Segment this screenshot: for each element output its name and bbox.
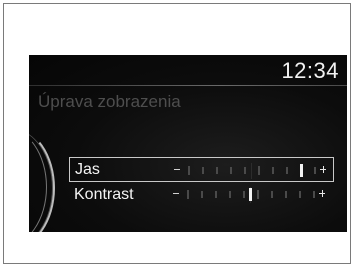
scale-tick: [201, 191, 203, 198]
scale-tick: [313, 191, 315, 198]
scale-tick: [188, 166, 190, 175]
slider-marker: [249, 188, 252, 201]
display-screen: 12:34 Úprava zobrazenia Jas Kontrast: [29, 55, 347, 232]
scale-tick: [299, 191, 301, 198]
scale-tick: [271, 191, 273, 198]
scale-tick: [187, 190, 189, 199]
header-divider: [29, 85, 347, 86]
scale-tick: [314, 167, 316, 174]
scale-center-divider: [251, 163, 252, 179]
figure-frame: 12:34 Úprava zobrazenia Jas Kontrast: [3, 3, 351, 264]
scale-tick: [286, 167, 288, 174]
slider-marker: [300, 164, 304, 177]
setting-label-kontrast: Kontrast: [74, 185, 134, 203]
setting-row-kontrast[interactable]: Kontrast: [69, 182, 334, 207]
scale-tick: [272, 167, 274, 174]
scale-tick: [230, 167, 232, 174]
setting-label-jas: Jas: [75, 160, 100, 178]
slider-kontrast[interactable]: [173, 186, 328, 203]
slider-jas[interactable]: [174, 162, 329, 179]
scale-tick: [215, 191, 217, 198]
clock: 12:34: [281, 58, 339, 83]
plus-icon-vertical: [321, 190, 323, 197]
scale-tick: [285, 191, 287, 198]
minus-icon: [173, 193, 179, 194]
setting-row-jas[interactable]: Jas: [69, 157, 334, 182]
plus-icon-vertical: [322, 166, 324, 173]
scale-tick: [229, 191, 231, 198]
minus-icon: [174, 169, 180, 170]
scale-tick: [257, 190, 259, 199]
scale-tick: [216, 167, 218, 174]
scale-tick: [243, 191, 245, 198]
scale-tick: [258, 166, 260, 175]
screen-title: Úprava zobrazenia: [38, 92, 181, 111]
scale-tick: [244, 167, 246, 174]
scale-tick: [202, 167, 204, 174]
